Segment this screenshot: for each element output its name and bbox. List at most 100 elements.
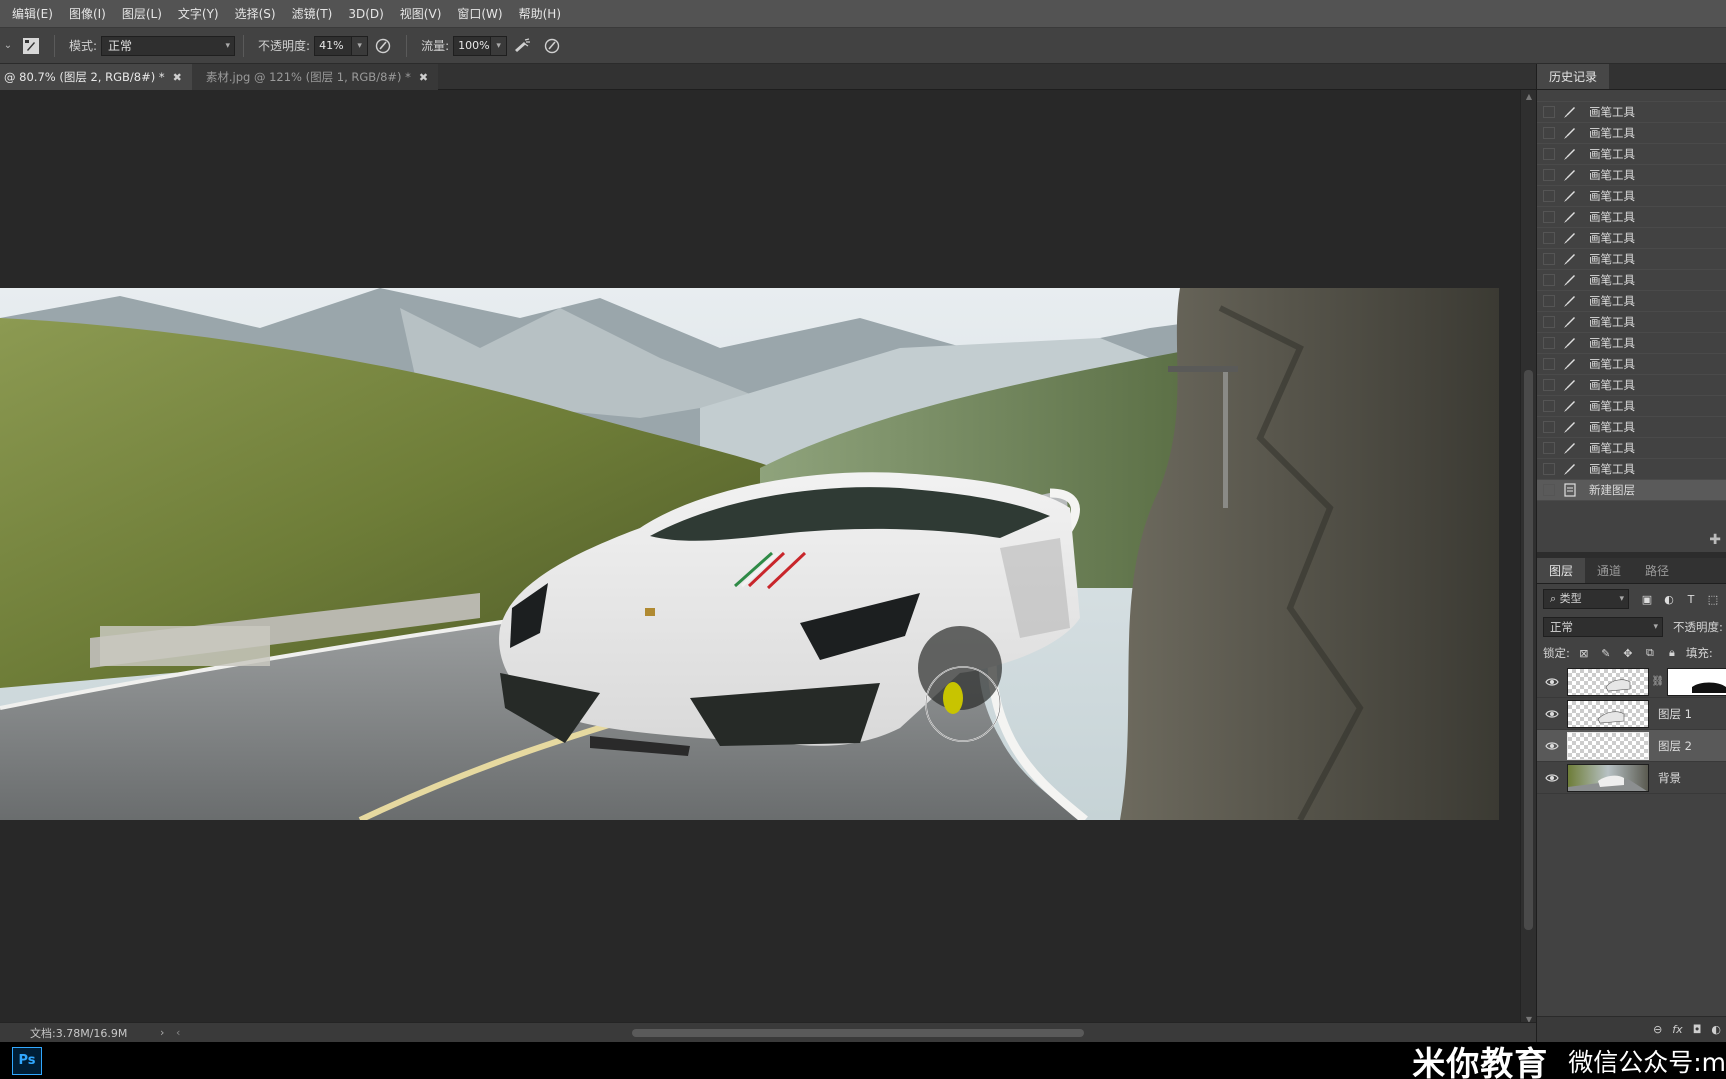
history-snapshot-checkbox[interactable] <box>1543 211 1555 223</box>
airbrush-icon[interactable] <box>511 35 533 57</box>
history-item[interactable]: 画笔工具 <box>1537 291 1726 312</box>
brush-panel-toggle-icon[interactable] <box>20 35 42 57</box>
history-snapshot-checkbox[interactable] <box>1543 379 1555 391</box>
pressure-size-icon[interactable] <box>541 35 563 57</box>
history-item[interactable]: 画笔工具 <box>1537 333 1726 354</box>
layer-row-2[interactable]: 图层 2 <box>1537 730 1726 762</box>
history-item[interactable]: 画笔工具 <box>1537 102 1726 123</box>
history-item[interactable]: 画笔工具 <box>1537 228 1726 249</box>
tab-layers[interactable]: 图层 <box>1537 558 1586 583</box>
history-item[interactable]: 画笔工具 <box>1537 438 1726 459</box>
history-list[interactable]: 画笔工具 画笔工具 画笔工具 画笔工具 画笔工具 画笔工具 画笔工具 画笔工具 画笔工具 画笔工具… <box>1537 90 1726 528</box>
visibility-eye-icon[interactable] <box>1537 741 1567 751</box>
history-item[interactable]: 画笔工具 <box>1537 312 1726 333</box>
layer-row-1[interactable]: 图层 1 <box>1537 698 1726 730</box>
status-menu-chevron-icon[interactable]: › <box>160 1026 176 1039</box>
history-item[interactable]: 画笔工具 <box>1537 270 1726 291</box>
visibility-eye-icon[interactable] <box>1537 677 1567 687</box>
history-snapshot-checkbox[interactable] <box>1543 232 1555 244</box>
history-item[interactable]: 画笔工具 <box>1537 249 1726 270</box>
pressure-opacity-icon[interactable] <box>372 35 394 57</box>
shape-filter-icon[interactable]: ⬚ <box>1705 591 1721 607</box>
tab-channels[interactable]: 通道 <box>1585 558 1633 583</box>
tab-history[interactable]: 历史记录 <box>1537 64 1610 89</box>
layer-row-background[interactable]: 背景 <box>1537 762 1726 794</box>
history-snapshot-checkbox[interactable] <box>1543 295 1555 307</box>
history-snapshot-checkbox[interactable] <box>1543 463 1555 475</box>
add-mask-icon[interactable]: ◘ <box>1693 1023 1702 1036</box>
link-layers-icon[interactable]: ⊖ <box>1653 1023 1662 1036</box>
history-item[interactable]: 画笔工具 <box>1537 165 1726 186</box>
menu-select[interactable]: 选择(S) <box>227 0 284 28</box>
history-snapshot-checkbox[interactable] <box>1543 106 1555 118</box>
history-snapshot-checkbox[interactable] <box>1543 442 1555 454</box>
tab-paths[interactable]: 路径 <box>1633 558 1681 583</box>
new-snapshot-icon[interactable]: ✚ <box>1709 532 1721 548</box>
close-icon[interactable]: ✖ <box>173 71 182 84</box>
scroll-left-icon[interactable]: ‹ <box>176 1026 180 1039</box>
blend-mode-select[interactable]: 正常 ▾ <box>1543 617 1663 637</box>
photoshop-app-icon[interactable]: Ps <box>12 1046 42 1075</box>
layer-thumbnail[interactable] <box>1567 763 1649 792</box>
layer-row-masked[interactable]: ⛓︎ <box>1537 666 1726 698</box>
horizontal-scrollbar[interactable] <box>190 1027 1520 1039</box>
menu-layer[interactable]: 图层(L) <box>114 0 170 28</box>
history-snapshot-checkbox[interactable] <box>1543 169 1555 181</box>
opacity-dropdown-icon[interactable]: ▾ <box>352 35 369 56</box>
tool-preset-chevron-icon[interactable]: ⌄ <box>0 40 16 51</box>
menu-filter[interactable]: 滤镜(T) <box>284 0 341 28</box>
lock-all-icon[interactable]: 🔒︎ <box>1664 645 1680 661</box>
vertical-scrollbar[interactable]: ▲ ▼ <box>1520 90 1536 1026</box>
history-item[interactable]: 画笔工具 <box>1537 354 1726 375</box>
history-snapshot-checkbox[interactable] <box>1543 484 1555 496</box>
layer-thumbnail[interactable] <box>1566 667 1649 696</box>
type-filter-icon[interactable]: T <box>1683 591 1699 607</box>
history-snapshot-checkbox[interactable] <box>1543 337 1555 349</box>
pixel-filter-icon[interactable]: ▣ <box>1639 591 1655 607</box>
menu-image[interactable]: 图像(I) <box>61 0 114 28</box>
tab-document-1[interactable]: @ 80.7% (图层 2, RGB/8#) * ✖ <box>0 64 192 90</box>
filter-kind-select[interactable]: ⌕ 类型 ▾ <box>1543 589 1629 609</box>
document-canvas[interactable] <box>0 288 1499 820</box>
flow-input[interactable]: 100% <box>453 35 492 56</box>
menu-window[interactable]: 窗口(W) <box>449 0 510 28</box>
lock-image-icon[interactable]: ✎ <box>1598 645 1614 661</box>
history-snapshot-checkbox[interactable] <box>1543 274 1555 286</box>
history-snapshot-checkbox[interactable] <box>1543 421 1555 433</box>
menu-view[interactable]: 视图(V) <box>392 0 450 28</box>
history-item[interactable]: 画笔工具 <box>1537 417 1726 438</box>
fx-icon[interactable]: fx <box>1672 1023 1682 1036</box>
layer-mask-thumbnail[interactable] <box>1667 667 1726 696</box>
lock-transparent-icon[interactable]: ⊠ <box>1576 645 1592 661</box>
canvas-area[interactable] <box>0 90 1520 1026</box>
history-item[interactable]: 画笔工具 <box>1537 207 1726 228</box>
adjustment-filter-icon[interactable]: ◐ <box>1661 591 1677 607</box>
scroll-up-icon[interactable]: ▲ <box>1521 92 1537 101</box>
history-item[interactable]: 画笔工具 <box>1537 186 1726 207</box>
menu-edit[interactable]: 编辑(E) <box>4 0 61 28</box>
history-item[interactable]: 画笔工具 <box>1537 396 1726 417</box>
flow-dropdown-icon[interactable]: ▾ <box>491 35 508 56</box>
mask-link-icon[interactable]: ⛓︎ <box>1652 676 1665 687</box>
tab-document-2[interactable]: 素材.jpg @ 121% (图层 1, RGB/8#) * ✖ <box>191 64 439 90</box>
lock-artboard-icon[interactable]: ⧉ <box>1642 645 1658 661</box>
layer-thumbnail[interactable] <box>1567 699 1649 728</box>
scroll-thumb[interactable] <box>632 1029 1084 1037</box>
history-snapshot-checkbox[interactable] <box>1543 253 1555 265</box>
layer-list[interactable]: ⛓︎ 图层 1 图层 2 背景 <box>1537 666 1726 794</box>
history-snapshot-checkbox[interactable] <box>1543 358 1555 370</box>
mode-select[interactable]: 正常 ▾ <box>101 35 236 56</box>
visibility-eye-icon[interactable] <box>1537 709 1567 719</box>
lock-position-icon[interactable]: ✥ <box>1620 645 1636 661</box>
history-snapshot-checkbox[interactable] <box>1543 400 1555 412</box>
visibility-eye-icon[interactable] <box>1537 773 1567 783</box>
menu-type[interactable]: 文字(Y) <box>170 0 227 28</box>
history-item[interactable]: 画笔工具 <box>1537 144 1726 165</box>
history-snapshot-checkbox[interactable] <box>1543 190 1555 202</box>
history-item[interactable] <box>1537 90 1726 102</box>
history-snapshot-checkbox[interactable] <box>1543 127 1555 139</box>
history-item[interactable]: 画笔工具 <box>1537 459 1726 480</box>
close-icon[interactable]: ✖ <box>419 71 428 84</box>
layer-thumbnail[interactable] <box>1567 731 1649 760</box>
history-item[interactable]: 画笔工具 <box>1537 123 1726 144</box>
